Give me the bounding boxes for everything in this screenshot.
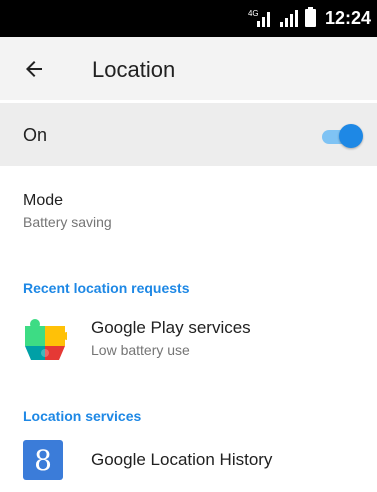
google-location-history-icon: 8 (23, 440, 63, 480)
network-type-label: 4G (247, 9, 259, 18)
google-play-services-title: Google Play services (91, 318, 251, 337)
toggle-thumb (339, 124, 363, 148)
location-services-header: Location services (23, 408, 142, 424)
recent-requests-header: Recent location requests (23, 280, 190, 296)
page-title: Location (92, 57, 176, 82)
google-location-history-title: Google Location History (91, 450, 273, 469)
status-icons: 4G 12:24 (247, 6, 371, 30)
mode-preference[interactable]: Mode Battery saving (23, 192, 112, 230)
back-arrow-icon[interactable] (22, 57, 46, 81)
battery-icon (304, 7, 316, 27)
status-clock: 12:24 (324, 7, 371, 28)
master-switch-label: On (23, 125, 48, 145)
cellular-signal-2-icon (279, 10, 298, 27)
mode-summary: Battery saving (23, 214, 112, 230)
google-play-services-text: Google Play services Low battery use (91, 318, 251, 358)
app-bar: Location (0, 37, 377, 100)
cellular-signal-icon: 4G (247, 8, 273, 28)
list-item-google-location-history[interactable]: 8 Google Location History (23, 440, 272, 480)
mode-title: Mode (23, 192, 64, 209)
google-play-services-icon (25, 319, 67, 360)
list-item-google-play-services[interactable]: Google Play services Low battery use (23, 316, 251, 360)
google-play-services-summary: Low battery use (91, 342, 190, 358)
status-bar: 4G 12:24 (0, 0, 377, 37)
location-toggle[interactable] (317, 124, 363, 148)
location-master-switch-row[interactable]: On (0, 103, 377, 166)
